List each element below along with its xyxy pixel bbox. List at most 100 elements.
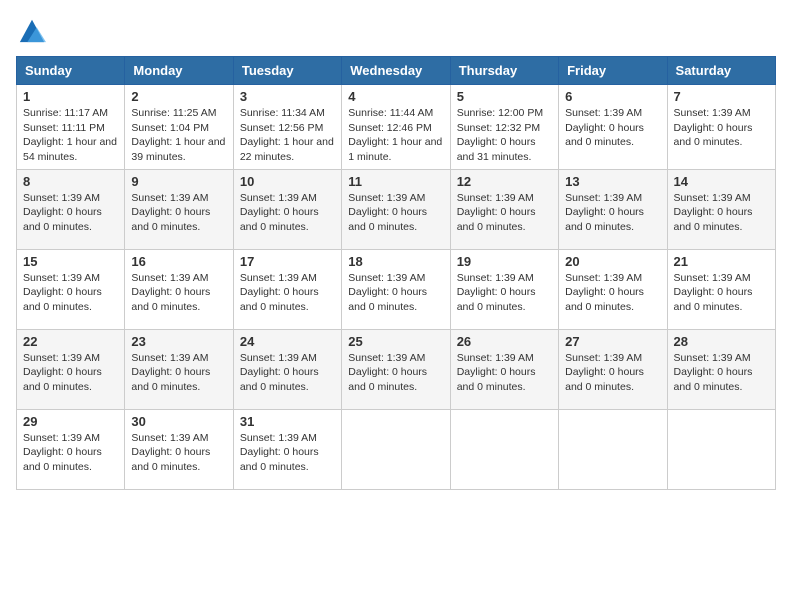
- day-number: 17: [240, 254, 335, 269]
- calendar-cell: 16 Sunset: 1:39 AMDaylight: 0 hoursand 0 …: [125, 249, 233, 329]
- day-info: Sunset: 1:39 AMDaylight: 0 hoursand 0 mi…: [240, 271, 335, 315]
- day-info: Sunset: 1:39 AMDaylight: 0 hoursand 0 mi…: [674, 191, 769, 235]
- day-number: 21: [674, 254, 769, 269]
- day-info: Sunset: 1:39 AMDaylight: 0 hoursand 0 mi…: [565, 351, 660, 395]
- day-info: Sunset: 1:39 AMDaylight: 0 hoursand 0 mi…: [457, 191, 552, 235]
- day-info: Sunset: 1:39 AMDaylight: 0 hoursand 0 mi…: [240, 431, 335, 475]
- calendar-cell: 7Sunset: 1:39 AMDaylight: 0 hoursand 0 m…: [667, 85, 775, 170]
- week-row-2: 8 Sunset: 1:39 AMDaylight: 0 hoursand 0 m…: [17, 169, 776, 249]
- calendar-cell: 22 Sunset: 1:39 AMDaylight: 0 hoursand 0 …: [17, 329, 125, 409]
- calendar-cell: 24 Sunset: 1:39 AMDaylight: 0 hoursand 0 …: [233, 329, 341, 409]
- day-info: Sunset: 1:39 AMDaylight: 0 hoursand 0 mi…: [348, 191, 443, 235]
- day-number: 16: [131, 254, 226, 269]
- calendar-cell: 14 Sunset: 1:39 AMDaylight: 0 hoursand 0 …: [667, 169, 775, 249]
- calendar-cell: 31 Sunset: 1:39 AMDaylight: 0 hoursand 0 …: [233, 409, 341, 489]
- header-saturday: Saturday: [667, 57, 775, 85]
- day-info: Sunset: 1:39 AMDaylight: 0 hoursand 0 mi…: [131, 191, 226, 235]
- calendar-cell: 27Sunset: 1:39 AMDaylight: 0 hoursand 0 …: [559, 329, 667, 409]
- day-number: 9: [131, 174, 226, 189]
- day-info: Sunset: 1:39 AMDaylight: 0 hoursand 0 mi…: [674, 351, 769, 395]
- day-number: 31: [240, 414, 335, 429]
- day-info: Sunset: 1:39 AMDaylight: 0 hoursand 0 mi…: [131, 271, 226, 315]
- calendar-cell: 25 Sunset: 1:39 AMDaylight: 0 hoursand 0 …: [342, 329, 450, 409]
- day-number: 5: [457, 89, 552, 104]
- day-number: 18: [348, 254, 443, 269]
- day-number: 11: [348, 174, 443, 189]
- day-number: 24: [240, 334, 335, 349]
- calendar-cell: 4 Sunrise: 11:44 AMSunset: 12:46 PMDaylig…: [342, 85, 450, 170]
- day-number: 10: [240, 174, 335, 189]
- day-number: 28: [674, 334, 769, 349]
- day-info: Sunset: 1:39 AMDaylight: 0 hoursand 0 mi…: [23, 271, 118, 315]
- header-thursday: Thursday: [450, 57, 558, 85]
- day-number: 4: [348, 89, 443, 104]
- day-info: Sunset: 1:39 AMDaylight: 0 hoursand 0 mi…: [23, 431, 118, 475]
- calendar-cell: 6 Sunset: 1:39 AMDaylight: 0 hoursand 0 m…: [559, 85, 667, 170]
- header-sunday: Sunday: [17, 57, 125, 85]
- day-info: Sunrise: 11:34 AMSunset: 12:56 PMDayligh…: [240, 106, 335, 165]
- day-number: 22: [23, 334, 118, 349]
- day-number: 14: [674, 174, 769, 189]
- calendar-cell: 17 Sunset: 1:39 AMDaylight: 0 hoursand 0 …: [233, 249, 341, 329]
- calendar-cell: 21 Sunset: 1:39 AMDaylight: 0 hoursand 0 …: [667, 249, 775, 329]
- day-info: Sunset: 1:39 AMDaylight: 0 hoursand 0 mi…: [565, 271, 660, 315]
- calendar-table: SundayMondayTuesdayWednesdayThursdayFrid…: [16, 56, 776, 490]
- day-info: Sunrise: 11:25 AMSunset: 1:04 PMDaylight…: [131, 106, 226, 165]
- calendar-cell: 3 Sunrise: 11:34 AMSunset: 12:56 PMDaylig…: [233, 85, 341, 170]
- day-number: 12: [457, 174, 552, 189]
- calendar-cell: 30 Sunset: 1:39 AMDaylight: 0 hoursand 0 …: [125, 409, 233, 489]
- day-info: Sunset: 1:39 AMDaylight: 0 hoursand 0 mi…: [674, 271, 769, 315]
- calendar-cell: 18 Sunset: 1:39 AMDaylight: 0 hoursand 0 …: [342, 249, 450, 329]
- logo-icon: [18, 16, 46, 44]
- logo: [16, 16, 46, 44]
- calendar-cell: 8 Sunset: 1:39 AMDaylight: 0 hoursand 0 m…: [17, 169, 125, 249]
- day-number: 8: [23, 174, 118, 189]
- calendar-cell: 13Sunset: 1:39 AMDaylight: 0 hoursand 0 …: [559, 169, 667, 249]
- day-number: 19: [457, 254, 552, 269]
- week-row-1: 1 Sunrise: 11:17 AMSunset: 11:11 PMDaylig…: [17, 85, 776, 170]
- day-info: Sunset: 1:39 AMDaylight: 0 hoursand 0 mi…: [131, 351, 226, 395]
- week-row-3: 15Sunset: 1:39 AMDaylight: 0 hoursand 0 …: [17, 249, 776, 329]
- day-number: 1: [23, 89, 118, 104]
- day-number: 13: [565, 174, 660, 189]
- day-info: Sunset: 1:39 AMDaylight: 0 hoursand 0 mi…: [348, 351, 443, 395]
- day-number: 26: [457, 334, 552, 349]
- day-number: 6: [565, 89, 660, 104]
- calendar-cell: 19Sunset: 1:39 AMDaylight: 0 hoursand 0 …: [450, 249, 558, 329]
- calendar-cell: 28 Sunset: 1:39 AMDaylight: 0 hoursand 0 …: [667, 329, 775, 409]
- header-tuesday: Tuesday: [233, 57, 341, 85]
- day-number: 25: [348, 334, 443, 349]
- calendar-cell: 23 Sunset: 1:39 AMDaylight: 0 hoursand 0 …: [125, 329, 233, 409]
- day-info: Sunset: 1:39 AMDaylight: 0 hoursand 0 mi…: [23, 351, 118, 395]
- week-row-5: 29 Sunset: 1:39 AMDaylight: 0 hoursand 0 …: [17, 409, 776, 489]
- header-row: SundayMondayTuesdayWednesdayThursdayFrid…: [17, 57, 776, 85]
- calendar-cell: 15Sunset: 1:39 AMDaylight: 0 hoursand 0 …: [17, 249, 125, 329]
- day-info: Sunrise: 11:17 AMSunset: 11:11 PMDayligh…: [23, 106, 118, 165]
- calendar-cell: [559, 409, 667, 489]
- header-monday: Monday: [125, 57, 233, 85]
- calendar-cell: 29 Sunset: 1:39 AMDaylight: 0 hoursand 0 …: [17, 409, 125, 489]
- header-friday: Friday: [559, 57, 667, 85]
- day-info: Sunset: 1:39 AMDaylight: 0 hoursand 0 mi…: [565, 106, 660, 150]
- day-info: Sunset: 1:39 AMDaylight: 0 hoursand 0 mi…: [348, 271, 443, 315]
- day-number: 30: [131, 414, 226, 429]
- day-info: Sunset: 1:39 AMDaylight: 0 hoursand 0 mi…: [240, 351, 335, 395]
- calendar-cell: 12 Sunset: 1:39 AMDaylight: 0 hoursand 0 …: [450, 169, 558, 249]
- calendar-cell: 20 Sunset: 1:39 AMDaylight: 0 hoursand 0 …: [559, 249, 667, 329]
- day-number: 29: [23, 414, 118, 429]
- calendar-cell: 9 Sunset: 1:39 AMDaylight: 0 hoursand 0 m…: [125, 169, 233, 249]
- calendar-cell: 10Sunset: 1:39 AMDaylight: 0 hoursand 0 …: [233, 169, 341, 249]
- day-info: Sunset: 1:39 AMDaylight: 0 hoursand 0 mi…: [23, 191, 118, 235]
- calendar-cell: 5Sunrise: 12:00 PMSunset: 12:32 PMDaylig…: [450, 85, 558, 170]
- calendar-cell: 1 Sunrise: 11:17 AMSunset: 11:11 PMDaylig…: [17, 85, 125, 170]
- day-info: Sunset: 1:39 AMDaylight: 0 hoursand 0 mi…: [131, 431, 226, 475]
- calendar-cell: 11 Sunset: 1:39 AMDaylight: 0 hoursand 0 …: [342, 169, 450, 249]
- day-info: Sunrise: 11:44 AMSunset: 12:46 PMDayligh…: [348, 106, 443, 165]
- day-number: 23: [131, 334, 226, 349]
- calendar-cell: 26Sunset: 1:39 AMDaylight: 0 hoursand 0 …: [450, 329, 558, 409]
- calendar-cell: [450, 409, 558, 489]
- calendar-cell: 2Sunrise: 11:25 AMSunset: 1:04 PMDayligh…: [125, 85, 233, 170]
- calendar-cell: [342, 409, 450, 489]
- day-number: 20: [565, 254, 660, 269]
- day-number: 3: [240, 89, 335, 104]
